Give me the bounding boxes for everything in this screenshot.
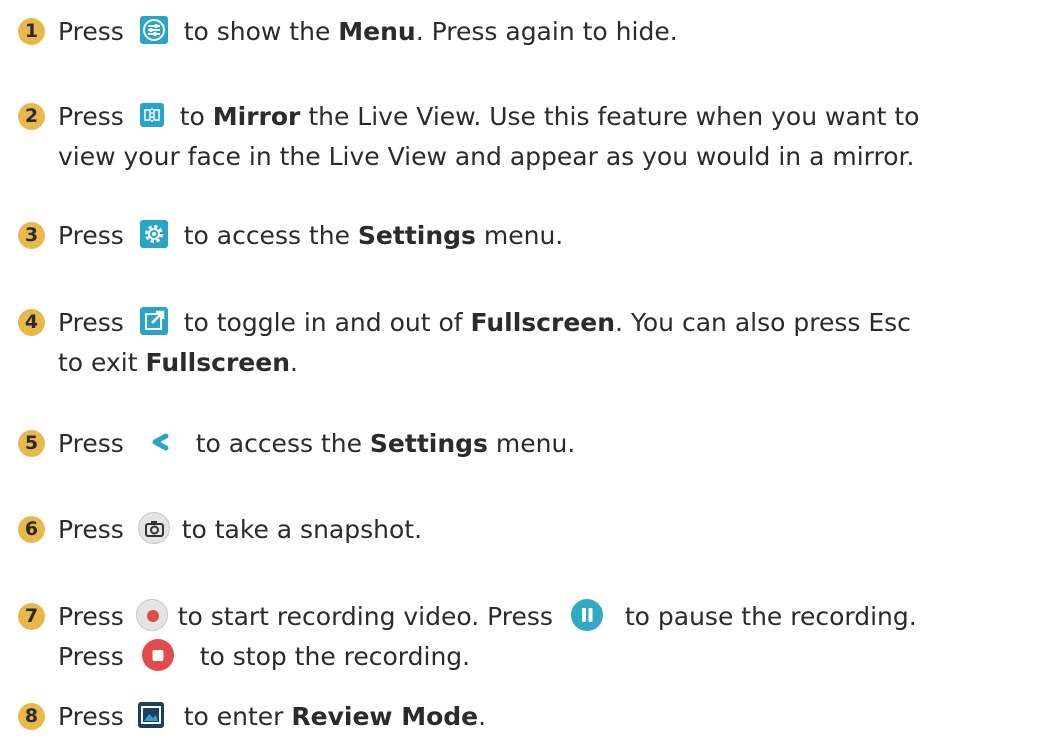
menu-sliders-icon: [139, 16, 168, 44]
step-number-badge: 4: [18, 309, 45, 336]
text-body: to pause the recording.: [624, 602, 917, 631]
text-body: to show the: [183, 17, 331, 46]
text-tail: . You can also press Esc: [615, 308, 911, 337]
pause-icon: [570, 599, 603, 631]
text-press: Press: [58, 702, 124, 731]
step-number-badge: 1: [18, 18, 45, 45]
step-number-badge: 8: [18, 703, 45, 730]
text-press: Press: [58, 642, 124, 671]
text-tail: .: [290, 348, 298, 377]
text-tail: menu.: [487, 429, 576, 458]
step-number-badge: 6: [18, 516, 45, 543]
text-bold: Fullscreen: [470, 308, 616, 337]
step-number-badge: 5: [18, 430, 45, 457]
instruction-item-2: 2 Press to Mirror the Live View. Use thi…: [18, 97, 1058, 177]
text-bold: Settings: [369, 429, 488, 458]
instruction-item-7: 7 Press to start recording video. Press …: [18, 597, 1058, 677]
fullscreen-icon: [139, 307, 168, 335]
text-body: to start recording video. Press: [177, 602, 553, 631]
text-press: Press: [58, 602, 124, 631]
text-body: to enter: [183, 702, 284, 731]
text-body: to: [179, 102, 205, 131]
text-tail: .: [478, 702, 487, 731]
gear-icon: [139, 220, 168, 248]
text-press: Press: [58, 308, 124, 337]
text-bold: Mirror: [212, 102, 301, 131]
text-bold: Settings: [357, 221, 476, 250]
text-body: to stop the recording.: [199, 642, 471, 671]
step-number-badge: 7: [18, 603, 45, 630]
text-body: to access the: [183, 221, 350, 250]
text-press: Press: [58, 17, 124, 46]
text-tail: menu.: [475, 221, 564, 250]
record-icon: [135, 599, 168, 631]
text-body: to access the: [195, 429, 362, 458]
text-press: Press: [58, 102, 124, 131]
camera-icon: [137, 512, 170, 544]
mirror-icon: [139, 103, 164, 127]
instruction-item-6: 6 Press to take a snapshot.: [18, 510, 1058, 550]
review-mode-icon: [137, 702, 164, 728]
text-line2: view your face in the Live View and appe…: [58, 142, 915, 171]
text-bold: Fullscreen: [145, 348, 290, 377]
text-line2: to exit: [58, 348, 138, 377]
stop-icon: [141, 639, 174, 671]
text-bold: Review Mode: [291, 702, 479, 731]
text-body: to take a snapshot.: [181, 515, 423, 544]
step-number-badge: 2: [18, 103, 45, 130]
text-tail: . Press again to hide.: [415, 17, 678, 46]
instruction-item-8: 8 Press to enter Review Mode.: [18, 697, 1058, 737]
step-number-badge: 3: [18, 222, 45, 249]
chevron-left-icon: [146, 428, 174, 456]
text-press: Press: [58, 515, 124, 544]
text-tail: the Live View. Use this feature when you…: [300, 102, 920, 131]
text-press: Press: [58, 429, 124, 458]
text-bold: Menu: [338, 17, 416, 46]
instruction-item-5: 5 Press to access the Settings menu.: [18, 424, 1058, 464]
instruction-item-1: 1 Press to show the Menu. Press again to…: [18, 12, 1058, 52]
text-body: to toggle in and out of: [183, 308, 463, 337]
text-press: Press: [58, 221, 124, 250]
instruction-item-4: 4 Press to toggle in and out of Fullscre…: [18, 303, 1058, 383]
instruction-item-3: 3 Press to access the Settings menu.: [18, 216, 1058, 256]
